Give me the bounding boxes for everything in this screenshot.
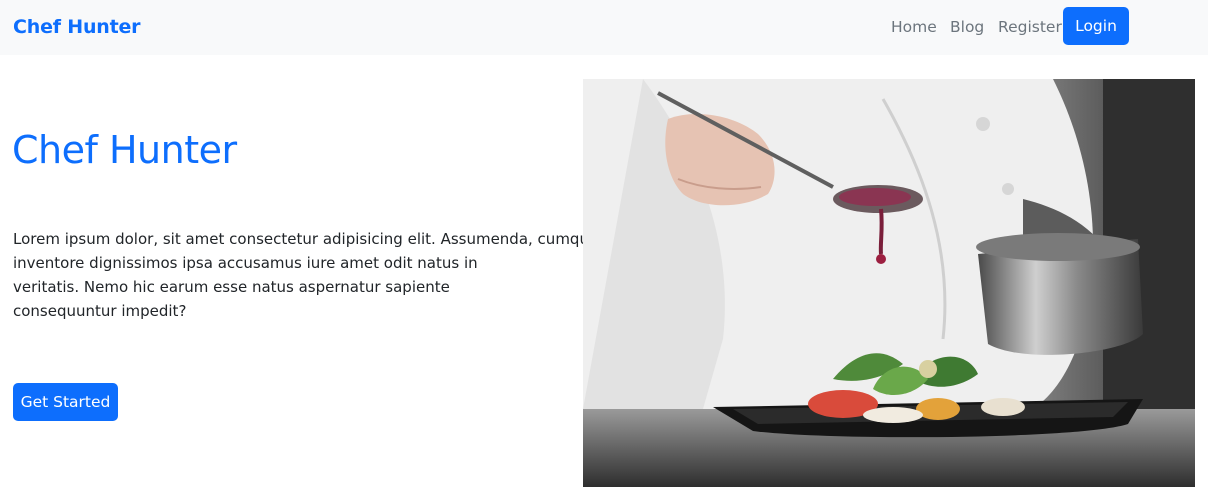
nav-link-blog[interactable]: Blog xyxy=(950,18,984,36)
navbar: Chef Hunter Home Blog Register Login xyxy=(0,0,1208,55)
chef-plating-photo xyxy=(583,79,1195,487)
hero-description-line: inventore dignissimos ipsa accusamus iur… xyxy=(13,254,478,272)
hero-description-line: veritatis. Nemo hic earum esse natus asp… xyxy=(13,278,450,296)
nav-link-home[interactable]: Home xyxy=(891,18,937,36)
hero-title: Chef Hunter xyxy=(12,128,237,172)
hero-description: Lorem ipsum dolor, sit amet consectetur … xyxy=(13,227,599,323)
hero-description-line: Lorem ipsum dolor, sit amet consectetur … xyxy=(13,230,599,248)
get-started-button[interactable]: Get Started xyxy=(13,383,118,421)
brand-logo[interactable]: Chef Hunter xyxy=(13,16,141,38)
hero-description-line: consequuntur impedit? xyxy=(13,302,187,320)
nav-link-register[interactable]: Register xyxy=(998,18,1062,36)
login-button[interactable]: Login xyxy=(1063,7,1129,45)
